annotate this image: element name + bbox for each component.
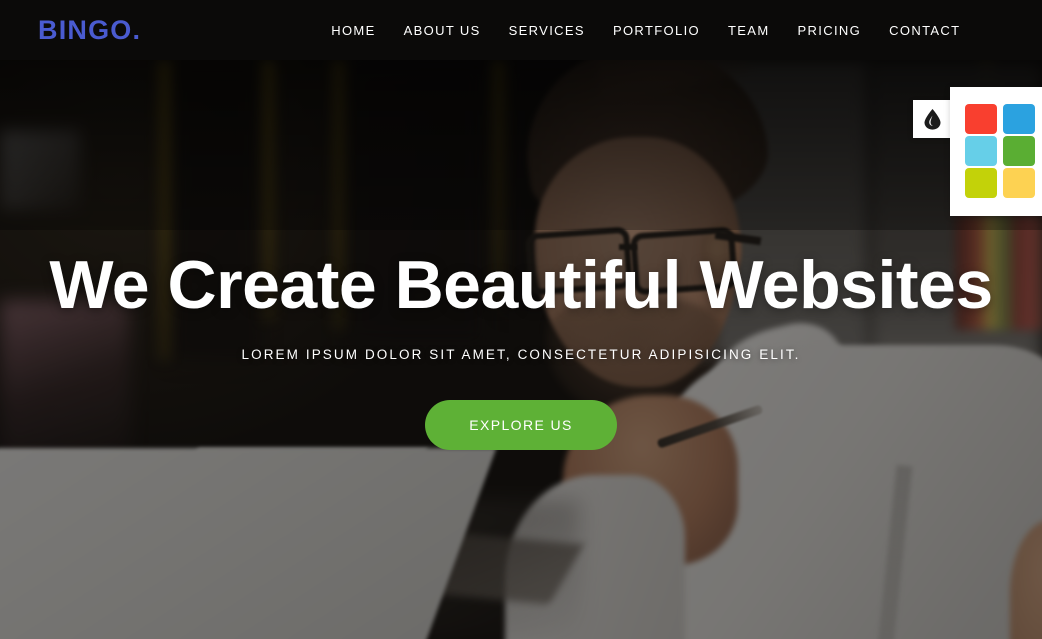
color-swatch-light-blue[interactable] (965, 136, 997, 166)
hero-cta-wrapper: EXPLORE US (0, 400, 1042, 451)
nav-item-services[interactable]: SERVICES (495, 23, 599, 38)
landing-page: BINGO. HOME ABOUT US SERVICES PORTFOLIO … (0, 0, 1042, 639)
hero-title: We Create Beautiful Websites (49, 247, 993, 323)
nav-item-team[interactable]: TEAM (714, 23, 784, 38)
nav-item-home[interactable]: HOME (317, 23, 389, 38)
main-navigation: HOME ABOUT US SERVICES PORTFOLIO TEAM PR… (317, 23, 974, 38)
hero-subtitle: LOREM IPSUM DOLOR SIT AMET, CONSECTETUR … (241, 347, 801, 363)
color-swatch-red[interactable] (965, 104, 997, 134)
color-switcher-toggle[interactable] (913, 100, 951, 138)
color-swatch-yellow[interactable] (1003, 168, 1035, 198)
explore-us-button[interactable]: EXPLORE US (425, 400, 617, 451)
color-swatch-blue[interactable] (1003, 104, 1035, 134)
site-logo[interactable]: BINGO. (38, 16, 141, 44)
droplet-icon (924, 108, 940, 130)
nav-item-contact[interactable]: CONTACT (875, 23, 974, 38)
hero-content: We Create Beautiful Websites LOREM IPSUM… (0, 60, 1042, 451)
color-switcher-panel (950, 87, 1042, 216)
nav-item-portfolio[interactable]: PORTFOLIO (599, 23, 714, 38)
color-swatch-green[interactable] (1003, 136, 1035, 166)
nav-item-pricing[interactable]: PRICING (784, 23, 876, 38)
color-swatch-grid (965, 104, 1035, 198)
nav-item-about-us[interactable]: ABOUT US (390, 23, 495, 38)
color-swatch-lime[interactable] (965, 168, 997, 198)
site-header: BINGO. HOME ABOUT US SERVICES PORTFOLIO … (0, 0, 1042, 60)
